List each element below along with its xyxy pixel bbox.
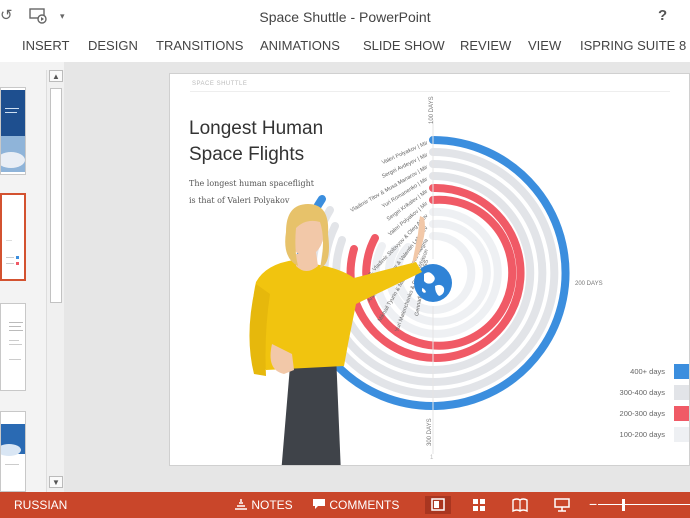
scroll-down-arrow-icon[interactable]: ▼ <box>49 476 63 488</box>
slide-show-icon <box>554 498 570 512</box>
slide-show-button[interactable] <box>549 496 575 514</box>
slide-thumbnail-2[interactable] <box>0 193 26 281</box>
tab-slide-show[interactable]: SLIDE SHOW <box>363 38 445 53</box>
presenter-image[interactable] <box>236 194 436 466</box>
ribbon-tabs: INSERT DESIGN TRANSITIONS ANIMATIONS SLI… <box>0 34 690 60</box>
comment-icon <box>313 499 325 509</box>
normal-view-button[interactable] <box>425 496 451 514</box>
window-title: Space Shuttle - PowerPoint <box>259 9 431 25</box>
tab-animations[interactable]: ANIMATIONS <box>260 38 340 53</box>
slide-thumbnail-1[interactable] <box>0 87 26 175</box>
reading-view-button[interactable] <box>507 496 533 514</box>
slide-thumbnail-3[interactable] <box>0 303 26 391</box>
thumbnails-scrollbar[interactable]: ▲ ▼ <box>46 70 64 492</box>
slide-sorter-icon <box>473 499 485 511</box>
slide-canvas[interactable]: SPACE SHUTTLE Longest Human Space Flight… <box>169 73 690 466</box>
tab-design[interactable]: DESIGN <box>88 38 138 53</box>
zoom-slider[interactable] <box>598 504 690 505</box>
legend-swatch <box>674 364 689 379</box>
status-bar: RUSSIAN NOTES COMMENTS − <box>0 492 690 518</box>
powerpoint-window: ↺ ▾ Space Shuttle - PowerPoint ? INSERT … <box>0 0 690 518</box>
zoom-out-button[interactable]: − <box>589 495 597 513</box>
scrollbar-thumb[interactable] <box>50 88 62 303</box>
comments-button[interactable]: COMMENTS <box>312 496 399 514</box>
notes-label: NOTES <box>251 498 293 512</box>
legend-label: 200-300 days <box>619 409 665 418</box>
legend-item-100-200: 100-200 days <box>579 427 689 443</box>
title-bar: ↺ ▾ Space Shuttle - PowerPoint ? <box>0 0 690 34</box>
legend-label: 400+ days <box>630 367 665 376</box>
legend-label: 100-200 days <box>619 430 665 439</box>
scroll-up-arrow-icon[interactable]: ▲ <box>49 70 63 82</box>
legend-item-200-300: 200-300 days <box>579 406 689 422</box>
legend-swatch <box>674 406 689 421</box>
language-indicator[interactable]: RUSSIAN <box>14 498 67 512</box>
legend-item-300-400: 300-400 days <box>579 385 689 401</box>
tab-view[interactable]: VIEW <box>528 38 561 53</box>
legend-label: 300-400 days <box>619 388 665 397</box>
comments-label: COMMENTS <box>329 498 400 512</box>
slide-thumbnail-4[interactable] <box>0 411 26 492</box>
workspace: ▲ ▼ SPACE SHUTTLE Longest Human Space Fl… <box>0 62 690 492</box>
slide-thumbnails-pane: ▲ ▼ <box>0 62 64 492</box>
axis-label-right: 200 DAYS <box>575 281 603 287</box>
help-button[interactable]: ? <box>658 7 667 24</box>
notes-button[interactable]: NOTES <box>234 496 293 514</box>
axis-label-top: 100 DAYS <box>429 96 435 124</box>
notes-icon <box>235 499 247 510</box>
tab-review[interactable]: REVIEW <box>460 38 511 53</box>
slide-page-number: 1 <box>430 455 434 461</box>
tab-ispring-suite[interactable]: ISPRING SUITE 8 <box>580 38 686 53</box>
legend-swatch <box>674 385 689 400</box>
legend-swatch <box>674 427 689 442</box>
slide-sorter-button[interactable] <box>466 496 492 514</box>
reading-view-icon <box>512 498 528 513</box>
tab-insert[interactable]: INSERT <box>22 38 69 53</box>
zoom-slider-thumb[interactable] <box>622 499 625 511</box>
normal-view-icon <box>431 498 445 511</box>
legend-item-400-plus: 400+ days <box>579 364 689 380</box>
tab-transitions[interactable]: TRANSITIONS <box>156 38 243 53</box>
